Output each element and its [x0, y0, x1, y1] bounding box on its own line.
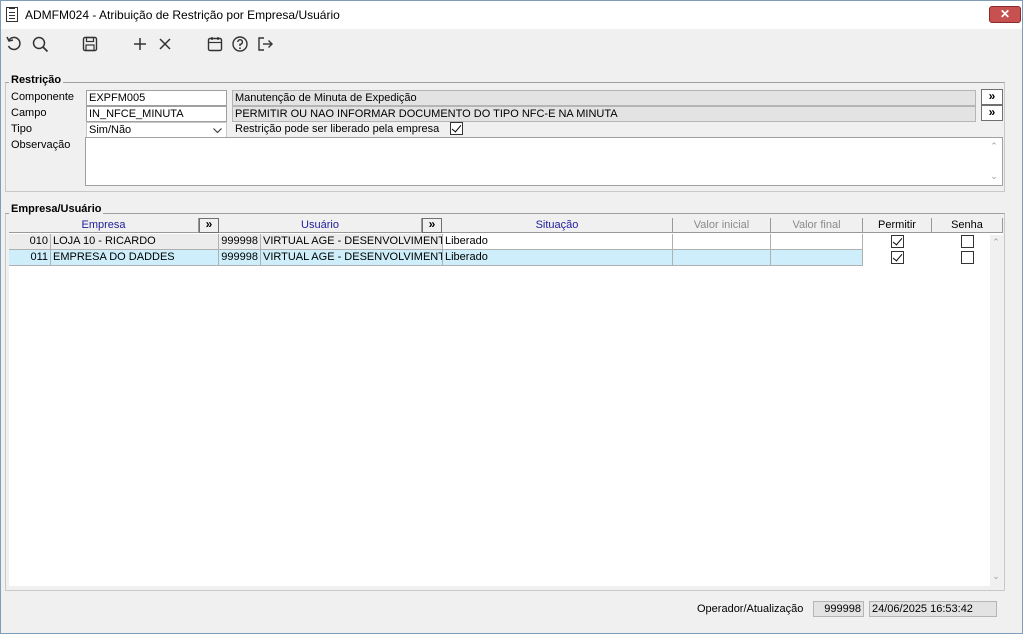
- campo-label: Campo: [11, 107, 47, 119]
- help-icon[interactable]: [230, 35, 250, 53]
- liberado-label: Restrição pode ser liberado pela empresa: [235, 123, 440, 135]
- campo-field[interactable]: IN_NFCE_MINUTA: [86, 106, 227, 122]
- operador-atualizacao-label: Operador/Atualização: [697, 603, 804, 615]
- componente-label: Componente: [11, 91, 74, 103]
- col-valor-inicial-header: Valor inicial: [673, 218, 771, 233]
- calendar-icon[interactable]: [205, 35, 225, 53]
- empresa-usuario-legend: Empresa/Usuário: [9, 203, 104, 215]
- col-permitir-header: Permitir: [863, 218, 932, 233]
- tipo-label: Tipo: [11, 123, 32, 135]
- valor-inicial-cell[interactable]: [673, 234, 771, 250]
- liberado-checkbox[interactable]: [450, 122, 463, 135]
- scroll-up-icon[interactable]: ⌃: [989, 141, 999, 151]
- valor-final-cell[interactable]: [771, 234, 863, 250]
- tipo-select-value: Sim/Não: [89, 124, 132, 136]
- col-situacao-header[interactable]: Situação: [442, 218, 673, 233]
- window-title: ADMFM024 - Atribuição de Restrição por E…: [25, 8, 340, 22]
- observacao-textarea[interactable]: [85, 137, 1003, 186]
- atualizacao-field: 24/06/2025 16:53:42: [869, 601, 997, 617]
- observacao-label: Observação: [11, 139, 71, 151]
- senha-checkbox[interactable]: [961, 251, 974, 264]
- grid-scrollbar[interactable]: ⌃ ⌄: [990, 235, 1003, 586]
- delete-icon[interactable]: [155, 35, 175, 53]
- title-bar: ADMFM024 - Atribuição de Restrição por E…: [1, 1, 1022, 29]
- tipo-select[interactable]: Sim/Não: [86, 122, 227, 138]
- usuario-lookup-button[interactable]: »: [422, 218, 442, 233]
- usuario-name-cell[interactable]: VIRTUAL AGE - DESENVOLVIMENTO: [261, 234, 443, 250]
- col-empresa-header[interactable]: Empresa: [9, 218, 199, 233]
- campo-description: PERMITIR OU NAO INFORMAR DOCUMENTO DO TI…: [232, 106, 976, 122]
- app-window: ADMFM024 - Atribuição de Restrição por E…: [0, 0, 1023, 634]
- componente-field[interactable]: EXPFM005: [86, 90, 227, 106]
- col-senha-header: Senha: [932, 218, 1003, 233]
- situacao-cell[interactable]: Liberado: [443, 234, 673, 250]
- restricao-legend: Restrição: [9, 74, 64, 86]
- senha-checkbox[interactable]: [961, 235, 974, 248]
- campo-lookup-button[interactable]: »: [981, 105, 1003, 121]
- situacao-cell[interactable]: Liberado: [443, 250, 673, 266]
- search-icon[interactable]: [30, 35, 50, 53]
- empresa-usuario-grid: Empresa » Usuário » Situação Valor inici…: [9, 218, 1003, 586]
- usuario-code-cell[interactable]: 999998: [219, 250, 261, 266]
- close-button[interactable]: ✕: [989, 6, 1021, 23]
- scroll-up-icon[interactable]: ⌃: [991, 237, 1001, 247]
- usuario-name-cell[interactable]: VIRTUAL AGE - DESENVOLVIMENTO: [261, 250, 443, 266]
- empresa-name-cell[interactable]: EMPRESA DO DADDES: [51, 250, 219, 266]
- permitir-checkbox[interactable]: [891, 251, 904, 264]
- scroll-down-icon[interactable]: ⌄: [991, 571, 1001, 581]
- valor-inicial-cell[interactable]: [673, 250, 771, 266]
- add-icon[interactable]: [130, 35, 150, 53]
- exit-icon[interactable]: [255, 35, 275, 53]
- usuario-code-cell[interactable]: 999998: [219, 234, 261, 250]
- toolbar: [1, 29, 1022, 59]
- permitir-checkbox[interactable]: [891, 235, 904, 248]
- refresh-icon[interactable]: [4, 35, 24, 53]
- empresa-name-cell[interactable]: LOJA 10 - RICARDO: [51, 234, 219, 250]
- background-strip: [1023, 0, 1028, 634]
- valor-final-cell[interactable]: [771, 250, 863, 266]
- chevron-down-icon: [213, 128, 222, 134]
- componente-lookup-button[interactable]: »: [981, 89, 1003, 105]
- empresa-code-cell[interactable]: 010: [9, 234, 51, 250]
- col-valor-final-header: Valor final: [771, 218, 863, 233]
- empresa-lookup-button[interactable]: »: [199, 218, 219, 233]
- scroll-down-icon[interactable]: ⌄: [989, 171, 999, 181]
- document-icon: [6, 7, 18, 22]
- empresa-code-cell[interactable]: 011: [9, 250, 51, 266]
- operador-field: 999998: [813, 601, 864, 617]
- componente-description: Manutenção de Minuta de Expedição: [232, 90, 976, 106]
- col-usuario-header[interactable]: Usuário: [219, 218, 422, 233]
- save-icon[interactable]: [80, 35, 100, 53]
